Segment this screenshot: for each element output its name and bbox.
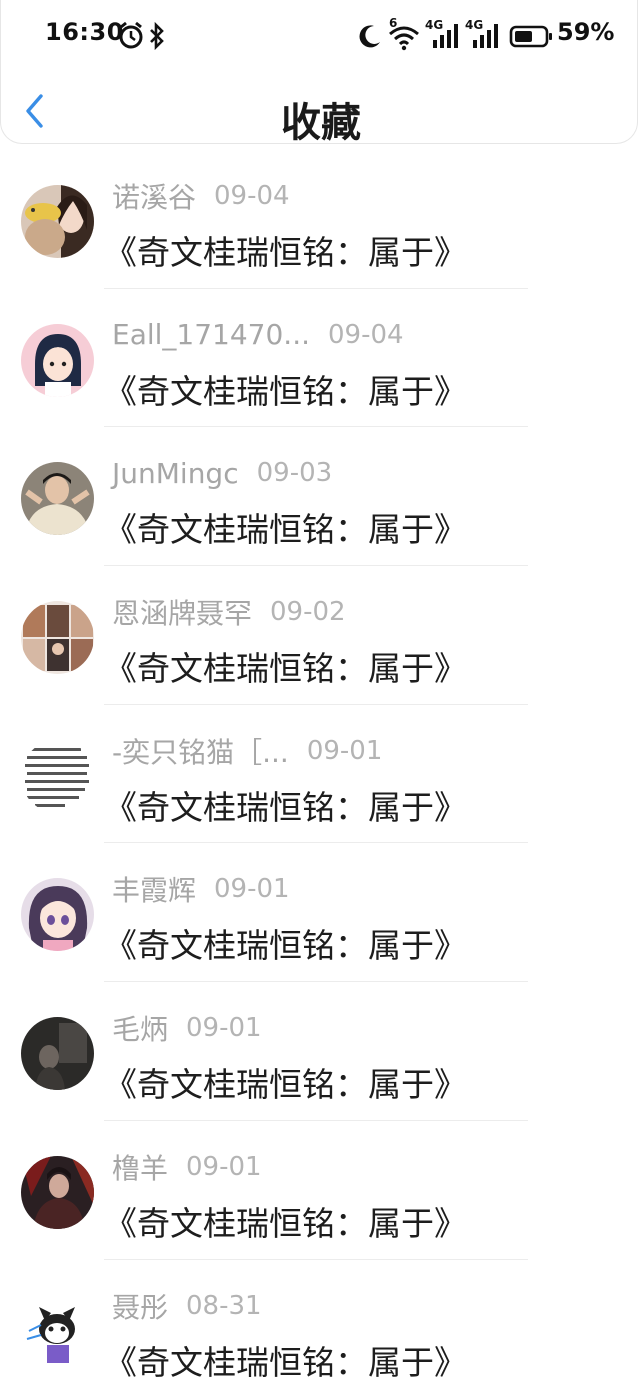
article-title[interactable]: 《奇文桂瑞恒铭：属于》 [104, 503, 467, 551]
avatar-image [21, 878, 94, 951]
list-item[interactable]: 丰霞辉 09-01 《奇文桂瑞恒铭：属于》 [0, 843, 640, 982]
avatar[interactable] [21, 601, 94, 674]
date: 09-02 [270, 597, 346, 627]
date: 09-01 [214, 874, 290, 904]
alarm-icon [117, 20, 145, 52]
date: 09-01 [186, 1152, 262, 1182]
date: 09-01 [307, 736, 383, 766]
article-title[interactable]: 《奇文桂瑞恒铭：属于》 [104, 226, 467, 274]
bluetooth-icon [147, 20, 167, 52]
moon-icon [357, 20, 383, 52]
avatar-image [21, 1295, 94, 1368]
article-title[interactable]: 《奇文桂瑞恒铭：属于》 [104, 365, 467, 413]
article-title[interactable]: 《奇文桂瑞恒铭：属于》 [104, 919, 467, 967]
avatar[interactable] [21, 1156, 94, 1229]
date: 09-01 [186, 1013, 262, 1043]
username: JunMingc [112, 457, 239, 490]
username: 恩涵牌聂罕 [112, 592, 252, 632]
avatar-image [21, 601, 94, 674]
list-item[interactable]: 橹羊 09-01 《奇文桂瑞恒铭：属于》 [0, 1121, 640, 1260]
article-title[interactable]: 《奇文桂瑞恒铭：属于》 [104, 1197, 467, 1245]
avatar-image [21, 740, 94, 813]
page-title: 收藏 [1, 90, 640, 148]
list-item[interactable]: 恩涵牌聂罕 09-02 《奇文桂瑞恒铭：属于》 [0, 566, 640, 705]
username: 毛炳 [112, 1008, 168, 1048]
favorites-list: 诺溪谷 09-04 《奇文桂瑞恒铭：属于》 Eall_171470... 09-… [0, 150, 640, 1398]
status-bar: 16:30 6 4G 4G [1, 0, 640, 70]
battery-percent: 59% [557, 18, 614, 46]
avatar-image [21, 1017, 94, 1090]
username: -奕只铭猫［... [112, 731, 289, 771]
title-bar: 收藏 [1, 78, 640, 144]
article-title[interactable]: 《奇文桂瑞恒铭：属于》 [104, 642, 467, 690]
list-item[interactable]: Eall_171470... 09-04 《奇文桂瑞恒铭：属于》 [0, 289, 640, 428]
list-item[interactable]: 诺溪谷 09-04 《奇文桂瑞恒铭：属于》 [0, 150, 640, 289]
avatar[interactable] [21, 324, 94, 397]
list-item[interactable]: 聂彤 08-31 《奇文桂瑞恒铭：属于》 [0, 1260, 640, 1398]
username: 丰霞辉 [112, 869, 196, 909]
username: Eall_171470... [112, 318, 310, 351]
avatar[interactable] [21, 185, 94, 258]
date: 09-03 [257, 458, 333, 488]
avatar-image [21, 324, 94, 397]
list-item[interactable]: JunMingc 09-03 《奇文桂瑞恒铭：属于》 [0, 427, 640, 566]
avatar[interactable] [21, 1017, 94, 1090]
battery-icon [509, 20, 553, 52]
avatar-image [21, 1156, 94, 1229]
article-title[interactable]: 《奇文桂瑞恒铭：属于》 [104, 1058, 467, 1106]
avatar-image [21, 185, 94, 258]
list-item[interactable]: -奕只铭猫［... 09-01 《奇文桂瑞恒铭：属于》 [0, 705, 640, 844]
header: 16:30 6 4G 4G [0, 0, 638, 144]
list-item[interactable]: 毛炳 09-01 《奇文桂瑞恒铭：属于》 [0, 982, 640, 1121]
status-time: 16:30 [45, 18, 124, 46]
username: 诺溪谷 [112, 176, 196, 216]
date: 09-04 [328, 320, 404, 350]
date: 08-31 [186, 1291, 262, 1321]
avatar[interactable] [21, 462, 94, 535]
avatar-image [21, 462, 94, 535]
article-title[interactable]: 《奇文桂瑞恒铭：属于》 [104, 781, 467, 829]
username: 聂彤 [112, 1286, 168, 1326]
avatar[interactable] [21, 1295, 94, 1368]
date: 09-04 [214, 181, 290, 211]
article-title[interactable]: 《奇文桂瑞恒铭：属于》 [104, 1336, 467, 1384]
wifi-badge: 6 [389, 16, 397, 30]
avatar[interactable] [21, 878, 94, 951]
signal-icon-1 [429, 20, 461, 52]
avatar[interactable] [21, 740, 94, 813]
signal-icon-2 [469, 20, 501, 52]
username: 橹羊 [112, 1147, 168, 1187]
